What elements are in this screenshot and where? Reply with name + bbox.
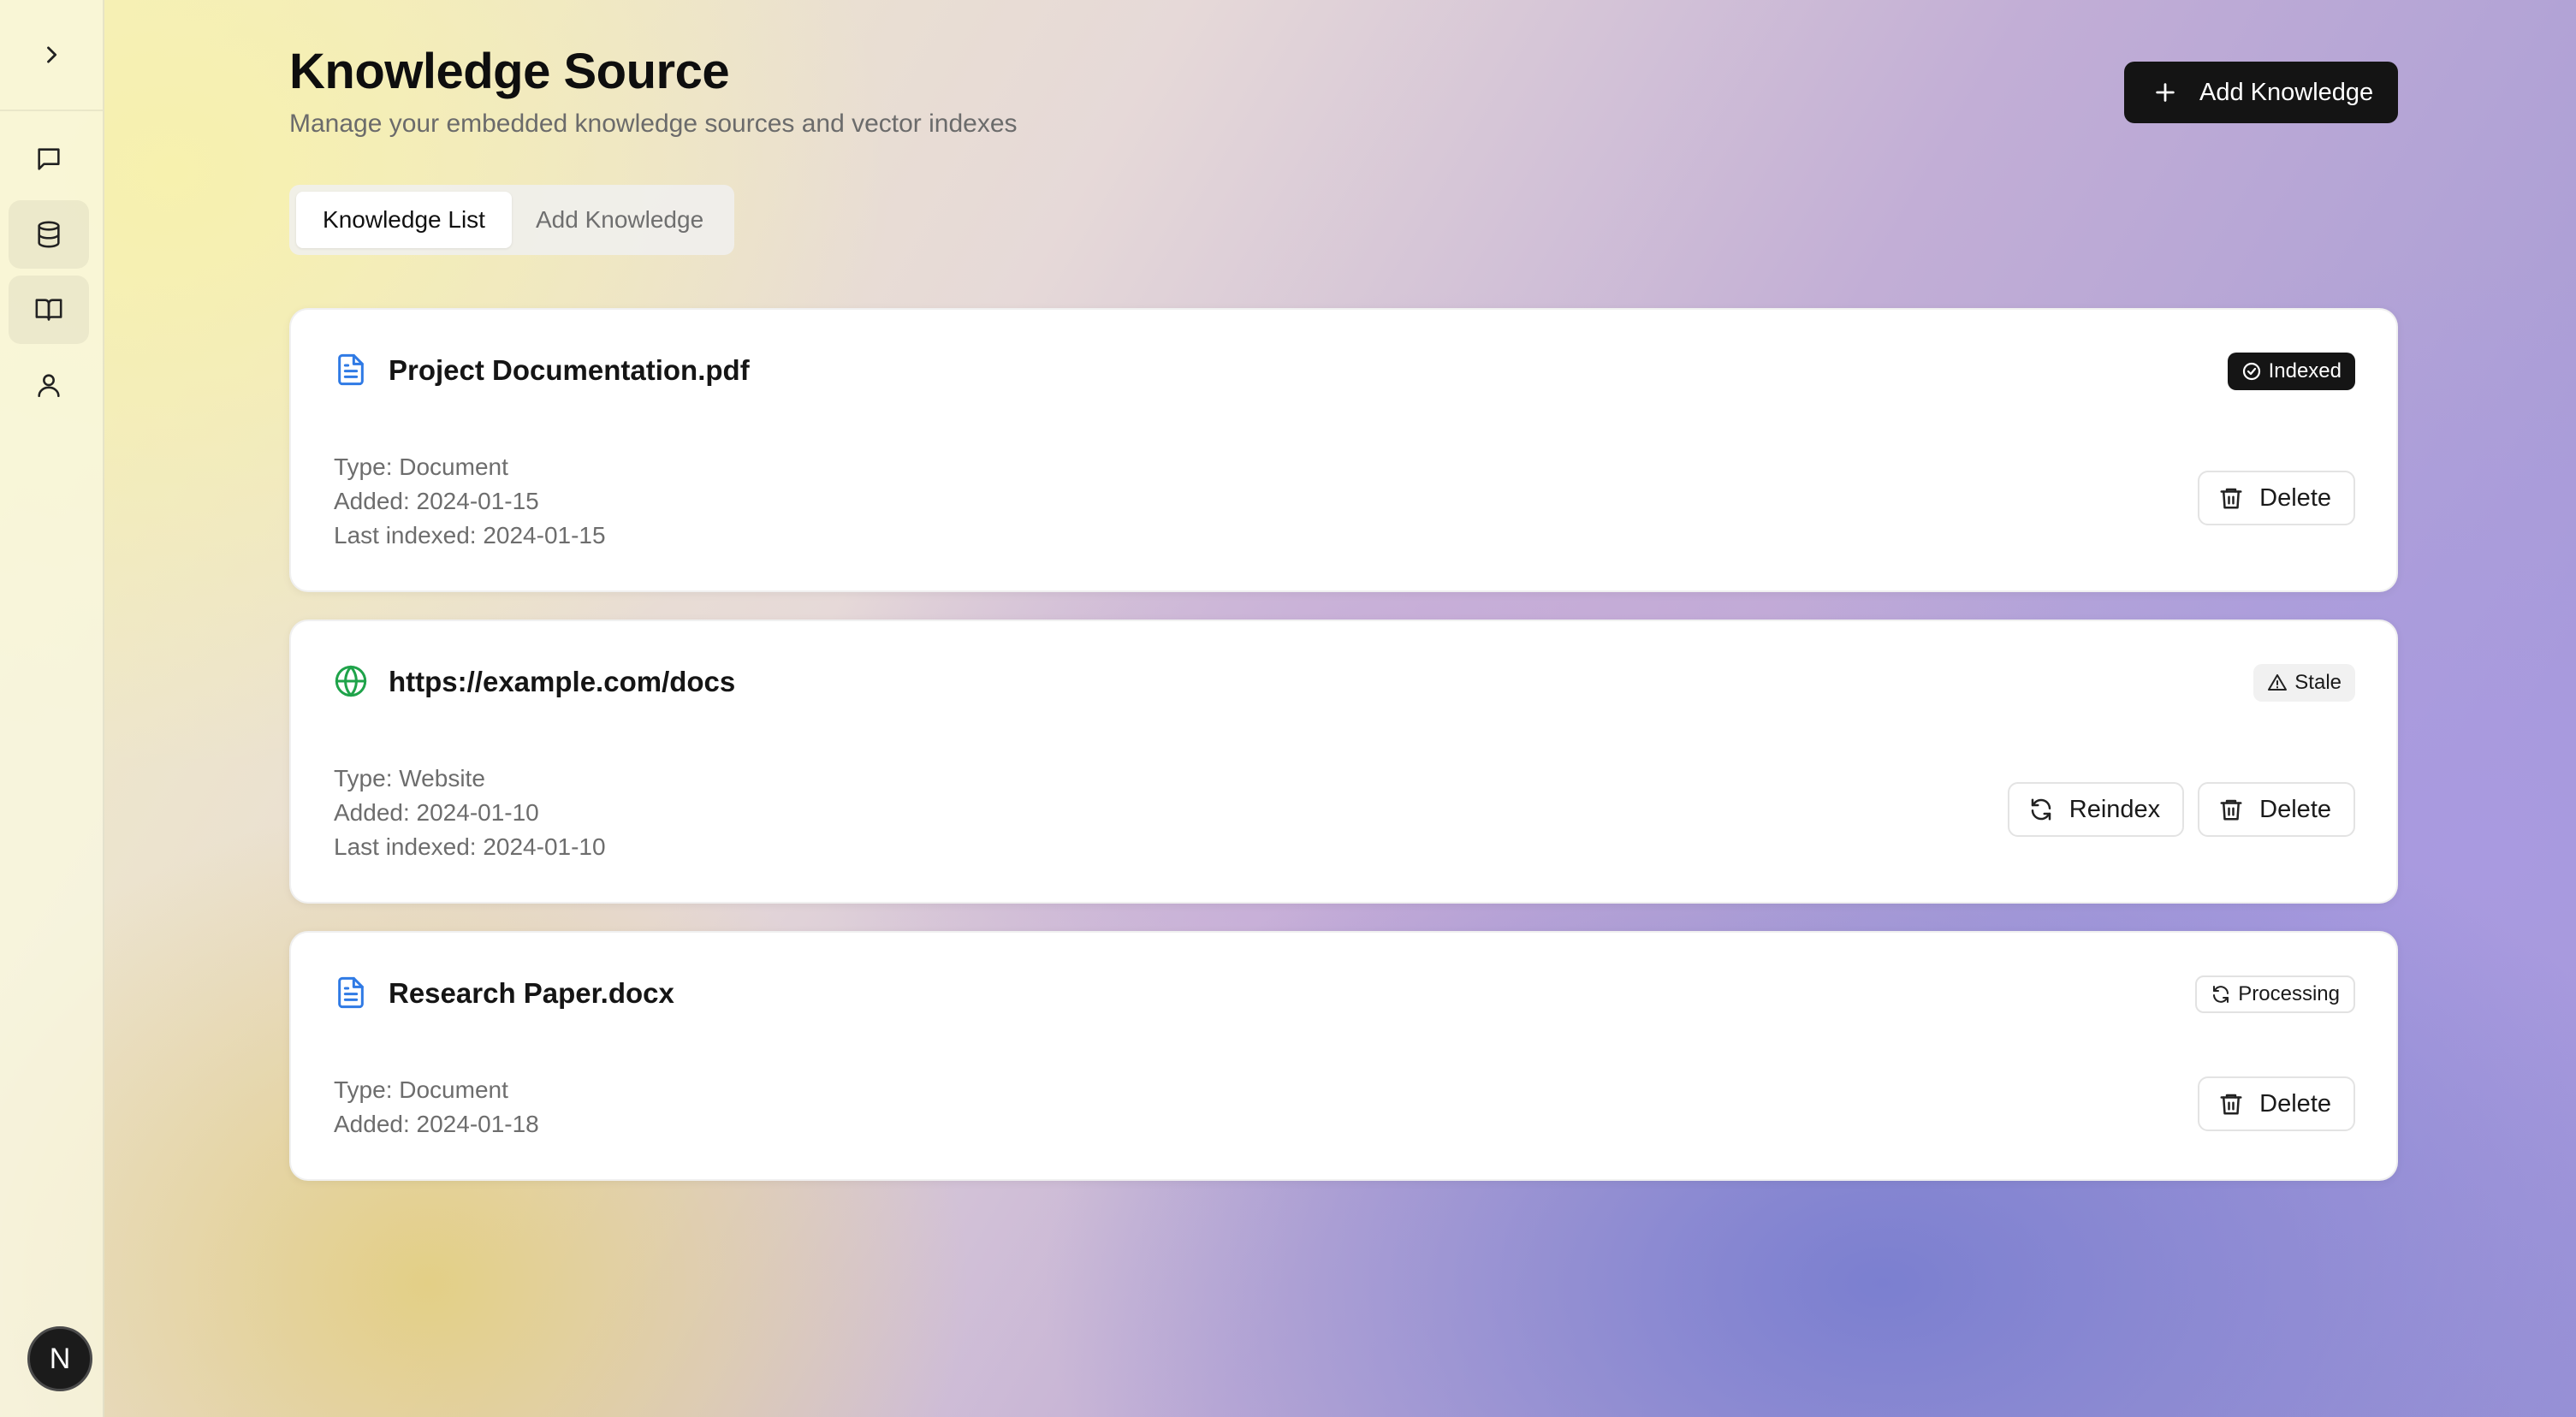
add-knowledge-label: Add Knowledge [2199,78,2374,106]
warning-icon [2268,674,2288,691]
knowledge-card: https://example.com/docs Stale Type: Web… [289,620,2398,904]
status-badge-label: Indexed [2268,359,2342,382]
knowledge-card-meta: Type: Document Added: 2024-01-15 Last in… [334,450,606,553]
card-actions: Delete [2198,471,2355,525]
meta-added: Added: 2024-01-18 [334,1111,539,1137]
database-icon [38,221,60,248]
refresh-icon [2031,798,2051,821]
tab-knowledge-list[interactable]: Knowledge List [296,192,512,248]
delete-button[interactable]: Delete [2198,1076,2355,1131]
sidebar-item-library[interactable] [9,276,89,344]
meta-last-indexed: Last indexed: 2024-01-15 [334,522,606,548]
sidebar: N [0,0,104,1417]
chevron-right-icon [47,46,57,63]
reindex-label: Reindex [2069,795,2161,823]
sidebar-item-knowledge[interactable] [9,200,89,269]
page-subtitle: Manage your embedded knowledge sources a… [289,110,1018,138]
status-badge-label: Processing [2238,982,2340,1005]
trash-icon [2220,488,2242,509]
avatar[interactable]: N [27,1326,92,1391]
meta-added: Added: 2024-01-10 [334,799,539,826]
delete-button[interactable]: Delete [2198,471,2355,525]
meta-type: Type: Document [334,1076,508,1103]
card-actions: Delete [2198,1076,2355,1131]
sidebar-item-chat[interactable] [9,125,89,193]
meta-type: Type: Document [334,454,508,480]
knowledge-card-title: Research Paper.docx [389,977,674,1009]
knowledge-card-title: https://example.com/docs [389,666,736,697]
refresh-icon [2213,986,2229,1003]
status-badge: Indexed [2227,353,2355,390]
add-knowledge-button[interactable]: Add Knowledge [2124,62,2398,123]
delete-label: Delete [2259,483,2331,512]
knowledge-card: Research Paper.docx Processing Type: Doc… [289,931,2398,1181]
reindex-button[interactable]: Reindex [2007,782,2185,837]
card-actions: Reindex Delete [2007,782,2355,837]
delete-button[interactable]: Delete [2198,782,2355,837]
delete-label: Delete [2259,795,2331,823]
delete-label: Delete [2259,1089,2331,1118]
page-title: Knowledge Source [289,44,730,99]
tab-list: Knowledge List Add Knowledge [289,185,734,255]
status-badge-label: Stale [2294,671,2342,694]
chat-icon [38,148,60,170]
trash-icon [2220,799,2242,821]
user-icon [38,374,60,398]
document-icon [338,976,364,1009]
plus-icon [2156,83,2175,102]
meta-added: Added: 2024-01-15 [334,488,539,514]
document-icon [338,353,364,386]
trash-icon [2220,1094,2242,1115]
sidebar-item-profile[interactable] [9,351,89,419]
sidebar-divider [0,110,103,111]
knowledge-card-meta: Type: Document Added: 2024-01-18 [334,1073,539,1141]
meta-last-indexed: Last indexed: 2024-01-10 [334,833,606,860]
status-badge: Processing [2195,975,2355,1013]
expand-sidebar-button[interactable] [31,34,72,75]
knowledge-card-title: Project Documentation.pdf [389,354,750,386]
book-icon [35,299,62,321]
meta-type: Type: Website [334,765,485,792]
status-badge: Stale [2253,664,2355,702]
globe-icon [335,665,367,697]
tab-add-knowledge[interactable]: Add Knowledge [515,192,724,248]
check-circle-icon [2242,362,2260,381]
avatar-initial: N [49,1342,71,1375]
knowledge-card: Project Documentation.pdf Indexed Type: … [289,308,2398,592]
knowledge-card-meta: Type: Website Added: 2024-01-10 Last ind… [334,762,606,864]
